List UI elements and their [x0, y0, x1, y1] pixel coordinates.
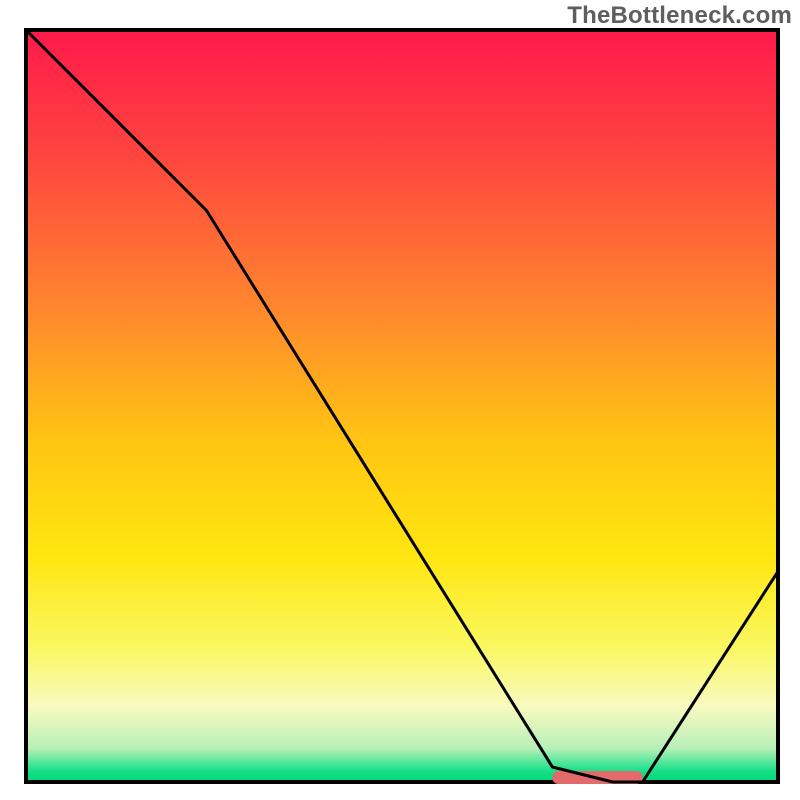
chart-container: TheBottleneck.com — [0, 0, 800, 800]
watermark-text: TheBottleneck.com — [567, 2, 792, 30]
bottleneck-chart — [0, 0, 800, 800]
